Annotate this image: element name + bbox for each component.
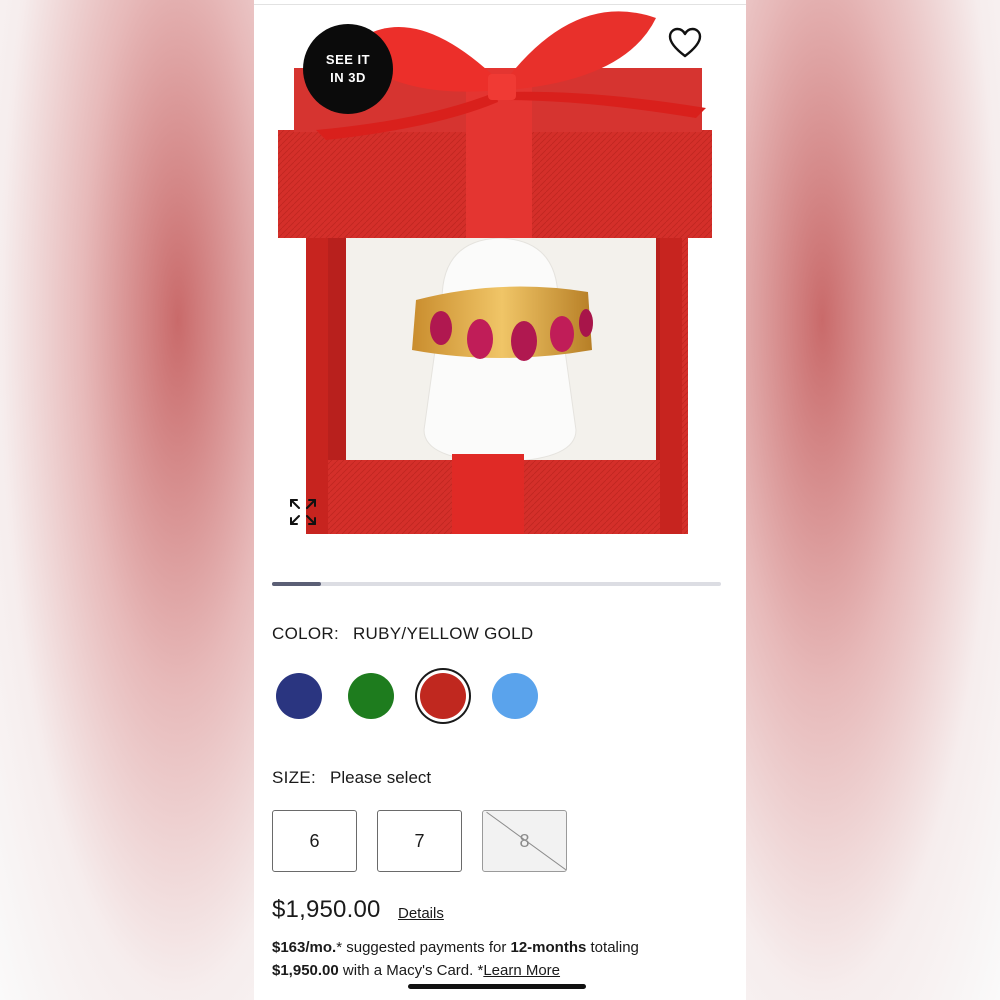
unavailable-strike — [486, 811, 566, 871]
size-option-label: 7 — [414, 830, 425, 851]
size-label: SIZE: — [272, 768, 317, 787]
expand-arrows-icon[interactable] — [287, 496, 319, 528]
price-details-link[interactable]: Details — [398, 905, 444, 922]
see-in-3d-button[interactable]: SEE IT IN 3D — [303, 24, 393, 114]
carousel-progress-fill — [272, 582, 322, 586]
color-label: COLOR: — [272, 624, 339, 643]
blurred-background-right — [746, 0, 1000, 1000]
financing-text: suggested payments for — [342, 939, 511, 956]
color-selection-label: COLOR: RUBY/YELLOW GOLD — [272, 624, 534, 644]
product-page: SEE IT IN 3D COLOR: RUBY/YELLOW GOLD SIZE… — [254, 0, 746, 1000]
financing-term: 12-months — [510, 939, 587, 956]
monthly-payment: $163/mo. — [272, 939, 337, 956]
financing-text: with a Macy's Card. * — [338, 962, 484, 979]
carousel-progress-bar — [272, 582, 721, 586]
blurred-background-left — [0, 0, 254, 1000]
learn-more-link[interactable]: Learn More — [483, 962, 560, 979]
color-swatch-light-blue[interactable] — [492, 673, 538, 719]
heart-outline-icon[interactable] — [667, 26, 703, 60]
size-option-7[interactable]: 7 — [377, 810, 462, 872]
color-swatch-green[interactable] — [348, 673, 394, 719]
financing-info: $163/mo.* suggested payments for 12-mont… — [272, 936, 732, 982]
size-option-label: 6 — [309, 830, 320, 851]
size-option-6[interactable]: 6 — [272, 810, 357, 872]
financing-total: $1,950.00 — [272, 962, 339, 979]
size-selection-label: SIZE: Please select — [272, 768, 431, 788]
color-swatch-ruby[interactable] — [420, 673, 466, 719]
color-swatch-navy[interactable] — [276, 673, 322, 719]
selected-color-value: RUBY/YELLOW GOLD — [352, 624, 534, 643]
product-price: $1,950.00 — [272, 896, 381, 923]
size-prompt: Please select — [330, 768, 432, 787]
financing-text: totaling — [586, 939, 639, 956]
home-indicator[interactable] — [408, 984, 586, 989]
size-option-8-unavailable[interactable]: 8 — [482, 810, 567, 872]
